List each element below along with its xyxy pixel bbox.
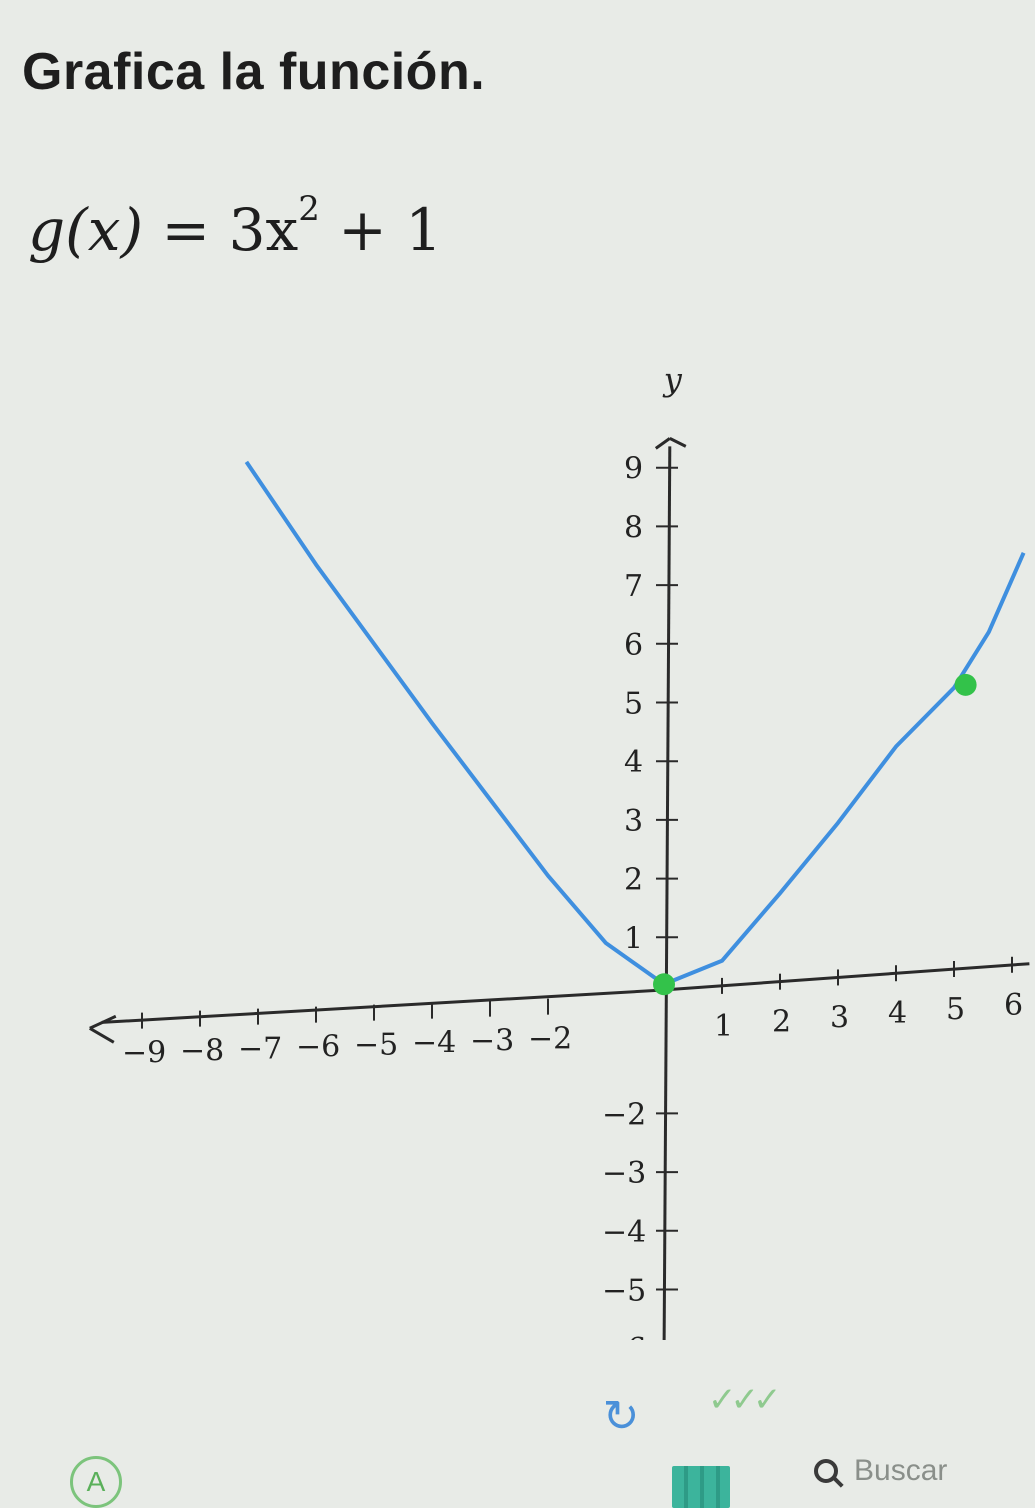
x-tick-label-2: −7 — [238, 1032, 282, 1067]
x-tick-label-0: −9 — [122, 1036, 166, 1071]
x-tick-label-10: 3 — [830, 1000, 849, 1035]
y-tick-label-8: 4 — [624, 745, 643, 780]
taskbar-widget-icon[interactable] — [672, 1466, 730, 1508]
y-tick-label-9: 5 — [624, 687, 643, 722]
formula-exponent: 2 — [298, 189, 320, 229]
formula-equals: = 3x — [143, 196, 299, 264]
x-tick-label-1: −8 — [180, 1034, 224, 1069]
y-tick-label-1: −5 — [602, 1274, 646, 1309]
y-tick-label-13: 9 — [624, 452, 643, 487]
reset-icon[interactable]: ↻ — [596, 1392, 646, 1442]
formula-constant: + 1 — [319, 196, 443, 264]
y-tick-label-6: 2 — [624, 863, 643, 898]
x-tick-label-13: 6 — [1004, 988, 1023, 1023]
y-tick-label-5: 1 — [624, 921, 643, 956]
x-tick-label-7: −2 — [528, 1022, 572, 1057]
y-tick-label-4: −2 — [602, 1097, 646, 1132]
x-tick-label-3: −6 — [296, 1030, 340, 1065]
graphing-canvas[interactable]: y −9 −8 −7 −6 −5 −4 −3 −2 1 2 3 4 5 6 −6 −5 −4 −3 −2 1 2 3 4 5 6 7… — [0, 340, 1035, 1340]
x-tick-label-11: 4 — [888, 996, 907, 1031]
y-tick-label-10: 6 — [624, 628, 643, 663]
x-tick-label-6: −3 — [470, 1024, 514, 1059]
x-axis-arrow-icon — [89, 1014, 117, 1044]
function-formula: g(x) = 3x2 + 1 — [28, 189, 443, 264]
y-tick-label-11: 7 — [624, 569, 643, 604]
graph-point-1 — [954, 673, 977, 696]
x-tick-label-8: 1 — [714, 1009, 733, 1044]
taskbar-search[interactable]: Buscar — [814, 1446, 947, 1496]
x-tick-label-5: −4 — [412, 1026, 456, 1061]
check-button[interactable]: ✓✓✓ — [708, 1380, 818, 1420]
y-tick-label-3: −3 — [602, 1156, 646, 1191]
y-axis-label: y — [662, 360, 683, 398]
y-tick-label-0: −6 — [602, 1332, 646, 1340]
y-tick-label-12: 8 — [624, 510, 643, 545]
x-axis-left — [101, 988, 662, 1024]
y-axis — [662, 446, 672, 1340]
x-tick-label-4: −5 — [354, 1028, 398, 1063]
x-tick-label-12: 5 — [946, 992, 965, 1027]
formula-lhs: g(x) — [28, 196, 144, 264]
x-axis-right — [660, 962, 1030, 992]
x-tick-label-9: 2 — [772, 1005, 791, 1040]
graph-point-0 — [653, 973, 675, 996]
y-tick-label-7: 3 — [624, 804, 643, 839]
search-label: Buscar — [854, 1454, 948, 1487]
accessibility-badge[interactable]: A — [70, 1456, 122, 1508]
y-tick-label-2: −4 — [602, 1215, 646, 1250]
page-title: Grafica la función. — [22, 43, 486, 101]
search-icon — [814, 1459, 838, 1483]
